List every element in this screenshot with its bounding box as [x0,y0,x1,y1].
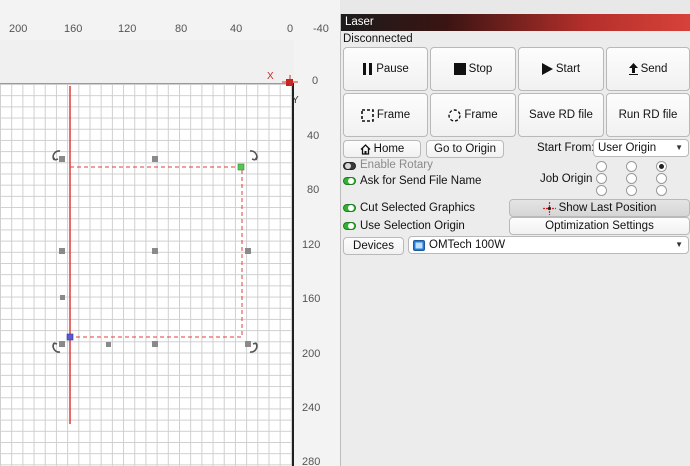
job-origin-radio-bottom-left[interactable] [596,185,607,196]
enable-rotary-toggle[interactable] [343,162,356,170]
stop-label: Stop [468,63,493,75]
panel-title: Laser [341,14,690,31]
chevron-down-icon: ▼ [675,143,683,152]
start-from-select[interactable]: User Origin ▼ [593,139,689,157]
go-to-origin-label: Go to Origin [434,143,496,155]
connection-status: Disconnected [343,33,413,45]
save-rd-file-label: Save RD file [529,109,593,121]
optimization-settings-button[interactable]: Optimization Settings [509,217,690,235]
ask-file-name-label: Ask for Send File Name [360,175,482,187]
stop-button[interactable]: Stop [430,47,516,91]
home-button[interactable]: Home [343,140,421,158]
show-last-position-button[interactable]: Show Last Position [509,199,690,217]
start-from-value: User Origin [598,142,657,154]
x-axis-label: X [267,71,274,82]
pause-button[interactable]: Pause [343,47,428,91]
start-label: Start [555,63,581,75]
send-button[interactable]: Send [606,47,690,91]
chevron-down-icon: ▼ [675,240,683,249]
handle-middle-left [59,248,65,254]
handle-blue-corner[interactable] [66,333,74,341]
cut-selected-toggle[interactable] [343,204,356,212]
handle-bottom-middle [152,341,158,347]
workspace-canvas[interactable]: 200 160 120 80 40 0 -40 0 40 80 120 160 … [0,0,340,466]
job-origin-radio-top-center[interactable] [626,161,637,172]
frame-circle-icon [448,108,462,122]
play-icon [541,63,553,75]
run-rd-file-label: Run RD file [618,109,678,121]
job-origin-radio-bottom-right[interactable] [656,185,667,196]
job-origin-radio-middle-right[interactable] [656,173,667,184]
handle-green-corner[interactable] [237,163,245,171]
device-value: OMTech 100W [429,239,506,251]
job-origin-radio-bottom-center[interactable] [626,185,637,196]
stop-icon [453,63,466,75]
handle-lower-left [60,295,65,300]
handle-bottom-left [59,341,65,347]
crosshair-icon [542,201,556,215]
job-origin-radio-top-left[interactable] [596,161,607,172]
y-axis-label: Y [292,95,299,106]
frame-circle-button[interactable]: Frame [430,93,516,137]
handle-center [152,248,158,254]
run-rd-file-button[interactable]: Run RD file [606,93,690,137]
job-origin-label: Job Origin [540,173,593,185]
frame-label: Frame [376,109,411,121]
ask-file-name-toggle[interactable] [343,177,356,185]
handle-top-middle [152,156,158,162]
canvas-overlay: X Y [52,71,299,424]
go-to-origin-button[interactable]: Go to Origin [426,140,504,158]
enable-rotary-label: Enable Rotary [360,159,433,171]
start-from-label: Start From: [537,142,595,154]
frame-button[interactable]: Frame [343,93,428,137]
handle-bottom-inner [106,342,111,347]
frame-square-icon [361,108,374,122]
pause-icon [362,63,373,75]
send-icon [628,63,638,75]
start-button[interactable]: Start [518,47,604,91]
devices-label: Devices [353,240,394,252]
optimization-settings-label: Optimization Settings [545,220,654,232]
handle-bottom-right [245,341,251,347]
device-select[interactable]: OMTech 100W ▼ [408,236,689,254]
job-origin-radio-middle-center[interactable] [626,173,637,184]
frame-circle-label: Frame [464,109,498,121]
home-label: Home [373,143,405,155]
use-selection-origin-toggle[interactable] [343,222,356,230]
save-rd-file-button[interactable]: Save RD file [518,93,604,137]
laser-panel: Laser Disconnected Pause Stop Start Send… [340,14,690,466]
use-selection-origin-label: Use Selection Origin [360,220,465,232]
home-icon [360,143,371,155]
cut-selected-label: Cut Selected Graphics [360,202,476,214]
handle-top-left [59,156,65,162]
pause-label: Pause [376,63,409,75]
devices-button[interactable]: Devices [343,237,404,255]
job-origin-radio-top-right[interactable] [656,161,667,172]
show-last-position-label: Show Last Position [558,202,657,214]
handle-middle-right [245,248,251,254]
scale-handles[interactable] [59,156,251,347]
job-origin-radio-middle-left[interactable] [596,173,607,184]
device-icon [413,239,425,251]
send-label: Send [640,63,668,75]
